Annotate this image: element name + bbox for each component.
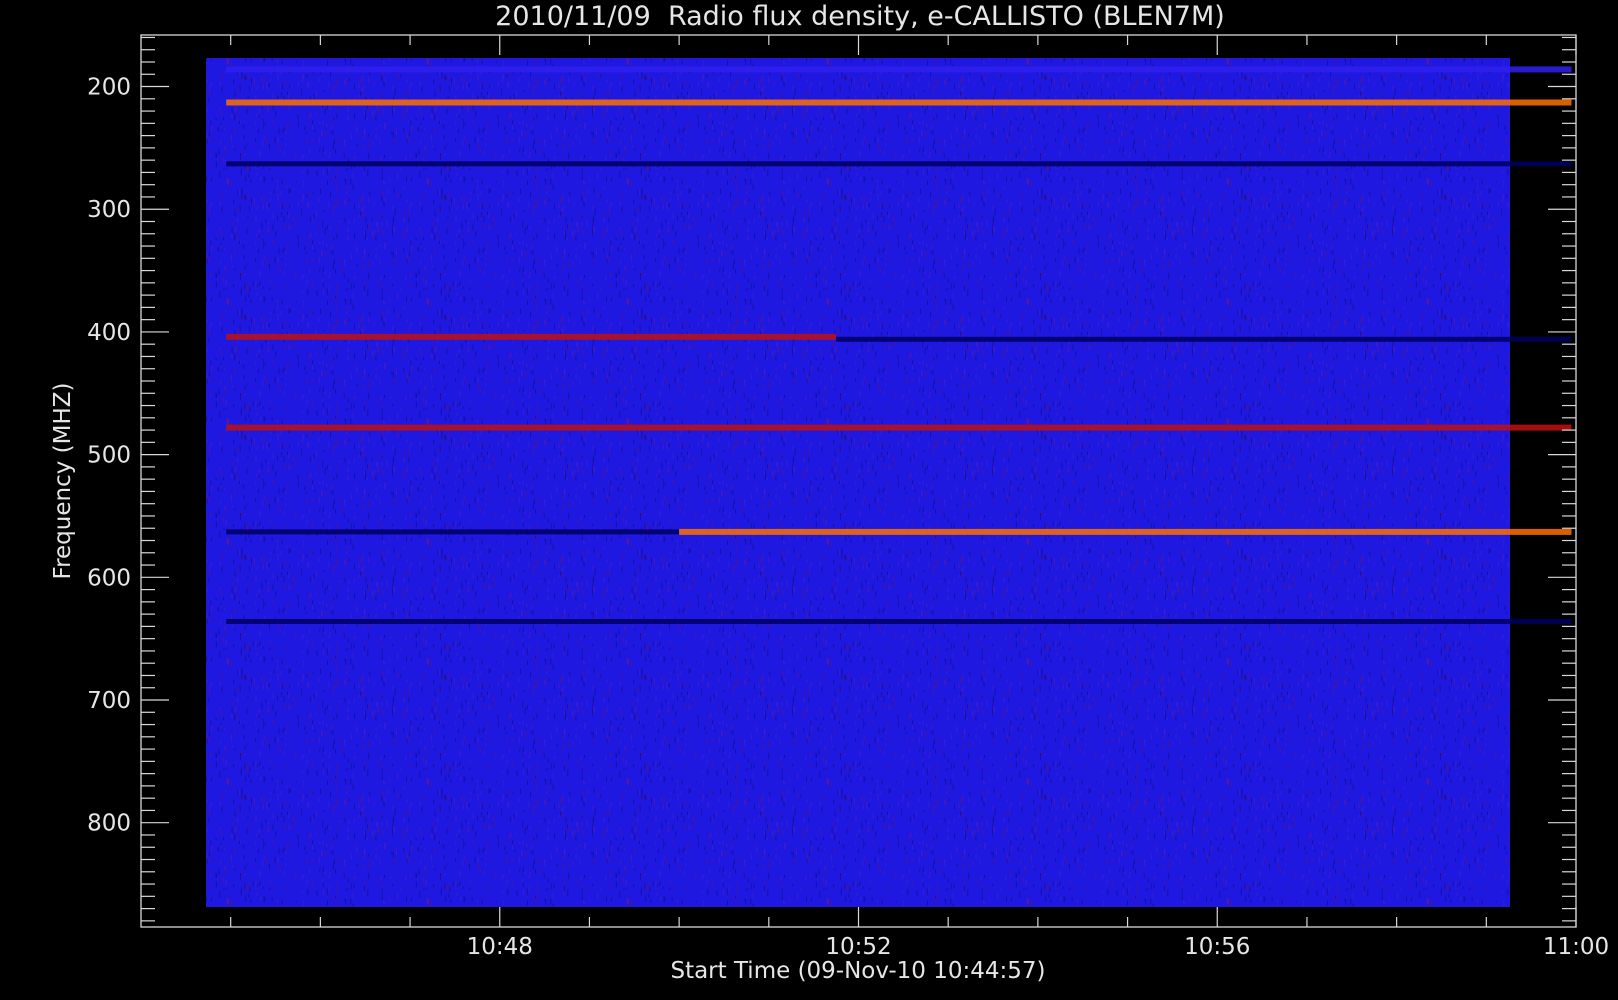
emission-band-5 <box>226 424 1572 431</box>
emission-band-4 <box>836 336 1572 342</box>
emission-band-1 <box>226 99 1572 106</box>
spectrogram-chart: 2010/11/09 Radio flux density, e-CALLIST… <box>50 1 1609 984</box>
y-tick-label: 400 <box>87 320 131 346</box>
y-tick-label: 300 <box>87 197 131 223</box>
emission-band-7 <box>679 528 1572 535</box>
emission-band-0 <box>226 66 1572 73</box>
y-axis-label: Frequency (MHZ) <box>50 383 76 580</box>
y-tick-label: 800 <box>87 811 131 837</box>
emission-band-2 <box>226 161 1572 167</box>
x-tick-label: 10:52 <box>825 934 891 960</box>
y-tick-label: 700 <box>87 688 131 714</box>
x-tick-label: 10:48 <box>467 934 533 960</box>
emission-band-3 <box>226 333 837 340</box>
emission-band-8 <box>226 619 1572 624</box>
x-tick-label: 10:56 <box>1184 934 1250 960</box>
chart-title: 2010/11/09 Radio flux density, e-CALLIST… <box>495 1 1225 32</box>
y-tick-label: 200 <box>87 75 131 101</box>
y-tick-label: 500 <box>87 443 131 469</box>
emission-band-6 <box>226 529 680 535</box>
noise-overlay <box>206 58 1510 907</box>
y-tick-label: 600 <box>87 565 131 591</box>
x-axis-label: Start Time (09-Nov-10 10:44:57) <box>670 958 1045 984</box>
x-tick-label: 11:00 <box>1543 934 1609 960</box>
